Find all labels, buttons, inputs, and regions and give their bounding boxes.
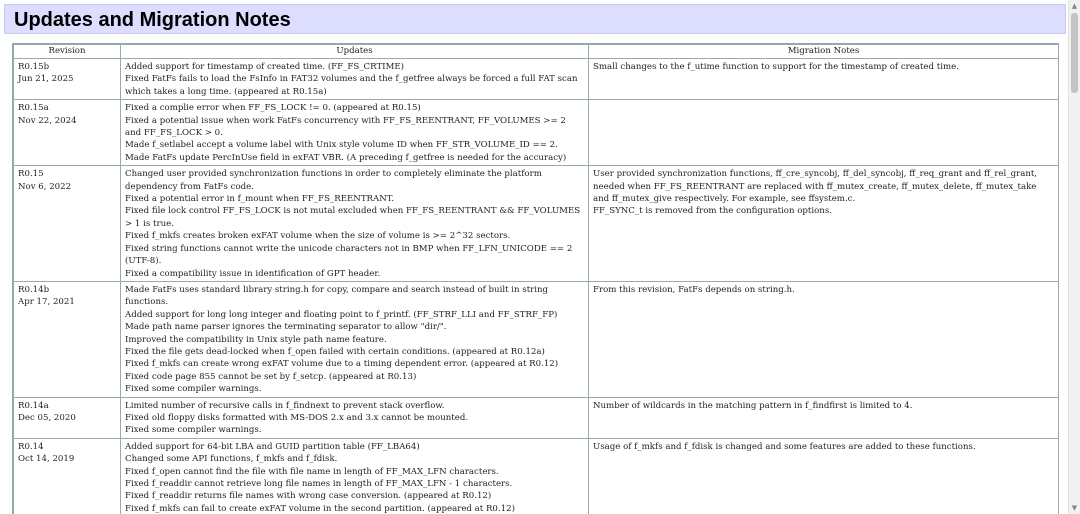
revision-number: R0.15: [18, 169, 44, 180]
migration-notes-cell: User provided synchronization functions,…: [588, 165, 1059, 282]
scroll-down-arrow-icon[interactable]: ▼: [1069, 502, 1080, 514]
update-line: Fixed some compiler warnings.: [125, 384, 262, 395]
update-line: Fixed f_mkfs creates broken exFAT volume…: [125, 231, 511, 242]
update-line: Fixed f_readdir returns file names with …: [125, 491, 492, 502]
table-row: R0.14a Dec 05, 2020 Limited number of recu…: [13, 396, 1059, 439]
migration-note-line: User provided synchronization functions,…: [593, 169, 1038, 205]
header-updates: Updates: [120, 44, 589, 59]
migration-note-line: Usage of f_mkfs and f_fdisk is changed a…: [593, 441, 976, 452]
revision-date: Dec 05, 2020: [18, 412, 76, 423]
revision-cell: R0.15a Nov 22, 2024: [13, 99, 121, 167]
migration-note-line: Number of wildcards in the matching patt…: [593, 400, 913, 411]
update-line: Fixed f_readdir cannot retrieve long fil…: [125, 479, 513, 489]
scrollbar-thumb[interactable]: [1071, 13, 1078, 93]
revision-date: Nov 22, 2024: [18, 115, 77, 126]
update-line: Changed user provided synchronization fu…: [125, 169, 542, 192]
updates-cell: Added support for timestamp of created t…: [120, 57, 589, 101]
update-line: Fixed FatFs fails to load the FsInfo in …: [125, 74, 578, 97]
update-line: Added support for timestamp of created t…: [125, 62, 404, 72]
table-header-row: Revision Updates Migration Notes: [13, 44, 1059, 59]
migration-notes-cell: From this revision, FatFs depends on str…: [588, 280, 1059, 398]
page-header: Updates and Migration Notes: [4, 4, 1066, 34]
table-row: R0.15b Jun 21, 2025 Added support for time…: [13, 57, 1059, 101]
updates-cell: Fixed a complie error when FF_FS_LOCK !=…: [120, 99, 589, 167]
update-line: Fixed the file gets dead-locked when f_o…: [125, 346, 545, 357]
update-line: Fixed a compatibility issue in identific…: [125, 268, 381, 279]
revision-number: R0.14a: [18, 400, 49, 411]
update-line: Changed some API functions, f_mkfs and f…: [125, 454, 338, 465]
revision-table: Revision Updates Migration Notes R0.15b J…: [12, 43, 1059, 514]
scroll-up-arrow-icon[interactable]: ▲: [1069, 0, 1080, 12]
update-line: Fixed some compiler warnings.: [125, 425, 262, 436]
updates-cell: Made FatFs uses standard library string.…: [120, 280, 589, 398]
update-line: Fixed code page 855 cannot be set by f_s…: [125, 371, 417, 382]
update-line: Fixed string functions cannot write the …: [125, 243, 573, 267]
vertical-scrollbar[interactable]: ▲ ▼: [1068, 0, 1080, 514]
update-line: Fixed a potential error in f_mount when …: [125, 194, 394, 205]
header-revision: Revision: [13, 44, 121, 59]
revision-date: Nov 6, 2022: [18, 181, 72, 192]
revision-cell: R0.14b Apr 17, 2021: [13, 280, 121, 398]
update-line: Made f_setlabel accept a volume label wi…: [125, 140, 558, 151]
revision-cell: R0.14a Dec 05, 2020: [13, 396, 121, 439]
revision-date: Jun 21, 2025: [18, 74, 74, 85]
revision-cell: R0.14 Oct 14, 2019: [13, 437, 121, 514]
migration-notes-cell: Small changes to the f_utime function to…: [588, 57, 1059, 101]
updates-cell: Limited number of recursive calls in f_f…: [120, 396, 589, 439]
migration-note-line: FF_SYNC_t is removed from the configurat…: [593, 206, 832, 217]
update-line: Made path name parser ignores the termin…: [125, 322, 447, 333]
table-row: R0.15 Nov 6, 2022 Changed user provided sy…: [13, 165, 1059, 282]
page-title: Updates and Migration Notes: [14, 9, 291, 31]
update-line: Fixed f_mkfs can fail to create exFAT vo…: [125, 503, 515, 514]
update-line: Fixed f_open cannot find the file with f…: [125, 466, 499, 477]
migration-notes-cell: Number of wildcards in the matching patt…: [588, 396, 1059, 439]
table-row: R0.15a Nov 22, 2024 Fixed a complie error …: [13, 99, 1059, 167]
update-line: Fixed old floppy disks formatted with MS…: [125, 412, 469, 423]
migration-note-line: From this revision, FatFs depends on str…: [593, 284, 795, 295]
header-migration-notes: Migration Notes: [588, 44, 1059, 59]
update-line: Fixed a complie error when FF_FS_LOCK !=…: [125, 103, 421, 114]
update-line: Added support for long long integer and …: [125, 309, 558, 320]
revision-number: R0.14b: [18, 284, 50, 295]
revision-cell: R0.15 Nov 6, 2022: [13, 165, 121, 282]
update-line: Fixed f_mkfs can create wrong exFAT volu…: [125, 359, 559, 370]
update-line: Added support for 64-bit LBA and GUID pa…: [125, 441, 420, 452]
table-row: R0.14 Oct 14, 2019 Added support for 64-bi…: [13, 437, 1059, 514]
update-line: Made FatFs update PercInUse field in exF…: [125, 152, 567, 163]
page: Updates and Migration Notes Revision Upd…: [0, 0, 1068, 514]
update-line: Fixed file lock control FF_FS_LOCK is no…: [125, 206, 581, 229]
update-line: Made FatFs uses standard library string.…: [125, 284, 549, 308]
migration-note-line: Small changes to the f_utime function to…: [593, 62, 959, 72]
revision-cell: R0.15b Jun 21, 2025: [13, 57, 121, 101]
migration-notes-cell: [588, 99, 1059, 167]
revision-number: R0.15b: [18, 62, 50, 72]
revision-date: Oct 14, 2019: [18, 454, 75, 465]
table-row: R0.14b Apr 17, 2021 Made FatFs uses standa…: [13, 280, 1059, 398]
updates-cell: Added support for 64-bit LBA and GUID pa…: [120, 437, 589, 514]
revision-number: R0.14: [18, 441, 44, 452]
update-line: Improved the compatibility in Unix style…: [125, 334, 387, 345]
update-line: Fixed a potential issue when work FatFs …: [125, 115, 566, 139]
updates-cell: Changed user provided synchronization fu…: [120, 165, 589, 282]
migration-notes-cell: Usage of f_mkfs and f_fdisk is changed a…: [588, 437, 1059, 514]
revision-date: Apr 17, 2021: [18, 297, 75, 308]
revision-number: R0.15a: [18, 103, 49, 114]
update-line: Limited number of recursive calls in f_f…: [125, 400, 445, 411]
